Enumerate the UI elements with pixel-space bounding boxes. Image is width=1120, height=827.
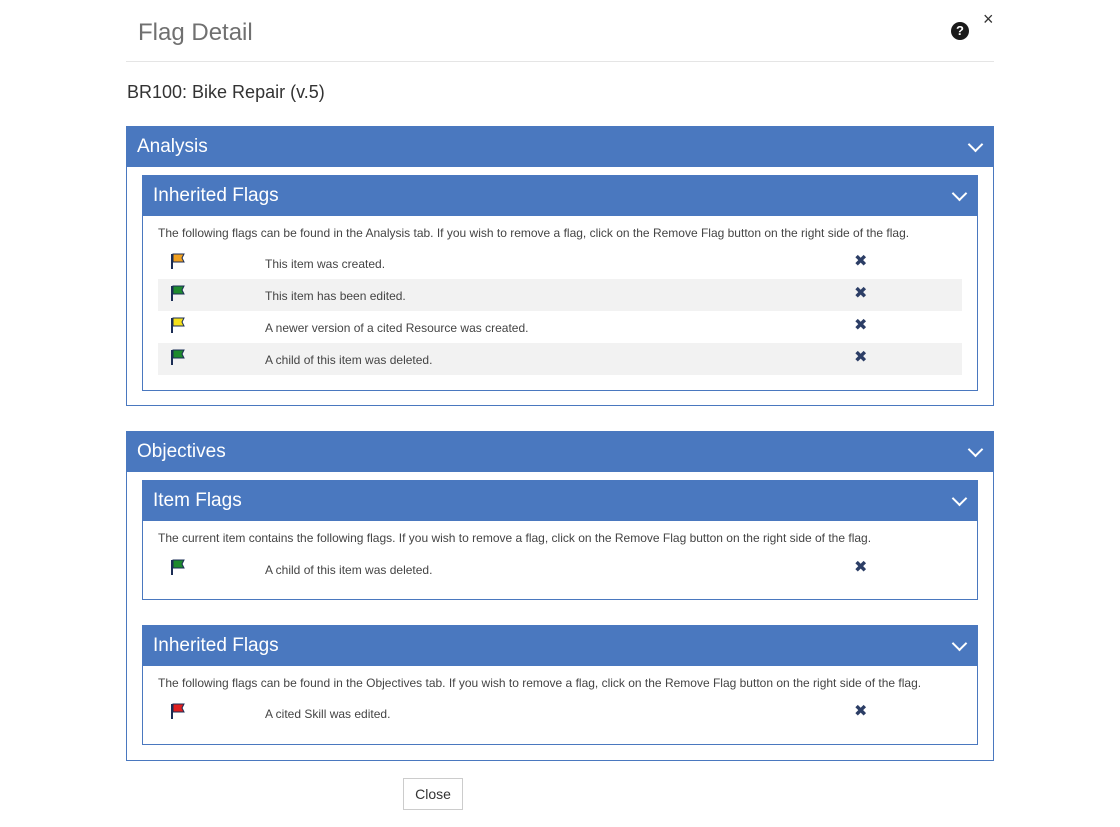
- section-title: Objectives: [137, 441, 226, 462]
- flag-icon: [171, 349, 185, 365]
- chevron-down-icon[interactable]: [967, 441, 984, 458]
- subsection-objectives-item-flags: Item Flags The current item contains the…: [142, 480, 978, 600]
- subsection-description: The current item contains the following …: [158, 531, 872, 545]
- remove-flag-icon[interactable]: ✖: [854, 316, 867, 336]
- section-header-objectives[interactable]: Objectives: [127, 432, 993, 472]
- subsection-description: The following flags can be found in the …: [158, 226, 910, 240]
- dialog-title: Flag Detail: [138, 19, 253, 46]
- flag-row: A child of this item was deleted. ✖: [158, 343, 962, 375]
- section-objectives: Objectives Item Flags The current item c…: [126, 431, 994, 761]
- flag-detail-dialog: Flag Detail ? × BR100: Bike Repair (v.5)…: [126, 0, 994, 761]
- flag-icon: [171, 253, 185, 269]
- item-title: BR100: Bike Repair (v.5): [127, 82, 325, 102]
- flag-text: This item has been edited.: [265, 289, 406, 303]
- subsection-objectives-inherited-flags: Inherited Flags The following flags can …: [142, 625, 978, 745]
- subsection-header[interactable]: Inherited Flags: [143, 626, 977, 666]
- flag-text: This item was created.: [265, 257, 386, 271]
- flag-row: A child of this item was deleted. ✖: [158, 553, 962, 585]
- chevron-down-icon[interactable]: [951, 490, 968, 507]
- remove-flag-icon[interactable]: ✖: [854, 284, 867, 304]
- section-header-analysis[interactable]: Analysis: [127, 127, 993, 167]
- flag-row: This item was created. ✖: [158, 247, 962, 279]
- flag-text: A newer version of a cited Resource was …: [265, 321, 529, 335]
- flag-text: A child of this item was deleted.: [265, 563, 433, 577]
- flag-icon: [171, 285, 185, 301]
- close-button[interactable]: Close: [403, 778, 463, 810]
- flag-icon: [171, 559, 185, 575]
- question-circle-icon[interactable]: ?: [951, 22, 969, 40]
- flag-text: A child of this item was deleted.: [265, 353, 433, 367]
- chevron-down-icon[interactable]: [967, 136, 984, 153]
- remove-flag-icon[interactable]: ✖: [854, 702, 867, 722]
- remove-flag-icon[interactable]: ✖: [854, 252, 867, 272]
- dialog-header: Flag Detail ? ×: [126, 0, 994, 62]
- flag-row: A newer version of a cited Resource was …: [158, 311, 962, 343]
- subsection-description: The following flags can be found in the …: [158, 676, 922, 690]
- chevron-down-icon[interactable]: [951, 635, 968, 652]
- flag-icon: [171, 317, 185, 333]
- subsection-analysis-inherited-flags: Inherited Flags The following flags can …: [142, 175, 978, 391]
- remove-flag-icon[interactable]: ✖: [854, 348, 867, 368]
- section-title: Analysis: [137, 136, 208, 157]
- section-analysis: Analysis Inherited Flags The following f…: [126, 126, 994, 406]
- flag-row: This item has been edited. ✖: [158, 279, 962, 311]
- subsection-title: Inherited Flags: [153, 185, 279, 206]
- subsection-header[interactable]: Item Flags: [143, 481, 977, 521]
- close-icon[interactable]: ×: [983, 9, 994, 29]
- subsection-title: Inherited Flags: [153, 635, 279, 656]
- chevron-down-icon[interactable]: [951, 185, 968, 202]
- subsection-title: Item Flags: [153, 490, 242, 511]
- remove-flag-icon[interactable]: ✖: [854, 558, 867, 578]
- subsection-header[interactable]: Inherited Flags: [143, 176, 977, 216]
- flag-text: A cited Skill was edited.: [265, 707, 391, 721]
- flag-icon: [171, 703, 185, 719]
- flag-row: A cited Skill was edited. ✖: [158, 697, 962, 729]
